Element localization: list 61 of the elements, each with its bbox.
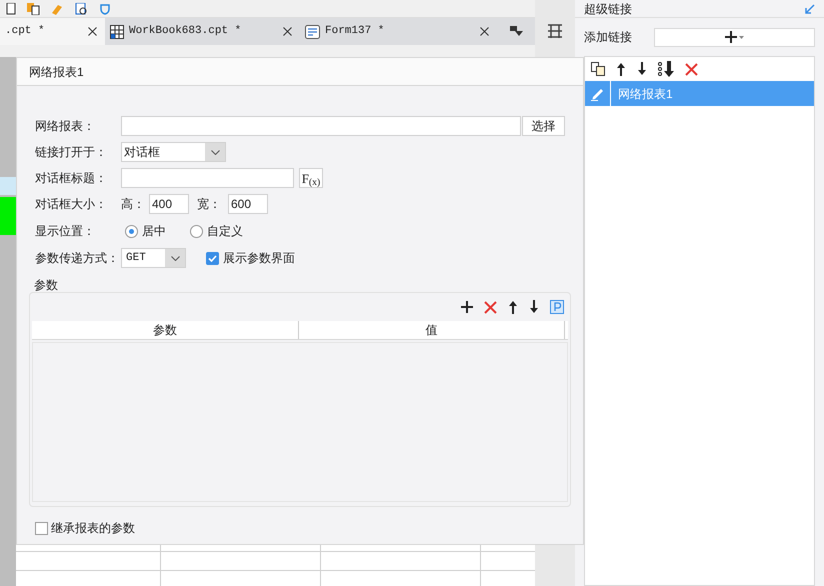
grid-icon	[110, 24, 124, 38]
checkbox-label: 展示参数界面	[223, 250, 295, 267]
field-label: 链接打开于：	[35, 144, 108, 161]
copy-icon[interactable]	[591, 62, 605, 76]
check-icon	[208, 254, 217, 262]
select-button[interactable]: 选择	[522, 116, 565, 136]
arrow-down-icon[interactable]	[529, 300, 539, 314]
height-field[interactable]: 400	[149, 194, 189, 214]
link-label: 网络报表1	[617, 86, 673, 102]
delete-icon[interactable]	[484, 300, 497, 314]
field-label: 对话框大小：	[35, 196, 108, 213]
add-link-label: 添加链接	[584, 29, 633, 46]
radio-button[interactable]	[190, 224, 203, 238]
document-tab[interactable]: .cpt *	[0, 18, 105, 45]
preview-icon[interactable]	[74, 2, 88, 14]
form-icon	[305, 24, 320, 38]
arrow-down-icon[interactable]	[637, 62, 647, 76]
delete-icon[interactable]	[685, 62, 698, 76]
shield-icon[interactable]	[98, 2, 112, 14]
chevron-down-icon	[170, 256, 180, 260]
formula-button[interactable]: F$_{(x)}$	[299, 168, 323, 188]
plus-icon[interactable]	[461, 301, 473, 313]
field-label: 显示位置：	[35, 223, 96, 240]
checkbox[interactable]	[206, 252, 219, 264]
width-field[interactable]: 600	[228, 194, 268, 214]
open-in-dropdown[interactable]: 对话框	[121, 142, 226, 162]
field-label: 网络报表：	[35, 118, 96, 135]
height-label: 高：	[121, 196, 146, 213]
grid-icon[interactable]	[546, 22, 564, 40]
radio-label: 居中	[142, 223, 166, 240]
move-bottom-icon[interactable]	[658, 61, 674, 77]
dropdown-value: 对话框	[123, 144, 161, 161]
checkbox[interactable]	[35, 522, 48, 534]
plus-icon	[725, 31, 737, 43]
close-icon[interactable]	[480, 27, 489, 36]
close-icon[interactable]	[88, 27, 97, 36]
dropdown-value: GET	[125, 250, 147, 266]
dialog-title-field[interactable]	[121, 168, 294, 188]
expand-icon[interactable]	[805, 4, 815, 14]
radio-button[interactable]	[125, 224, 138, 238]
checkbox-label: 继承报表的参数	[51, 520, 135, 537]
close-icon[interactable]	[283, 27, 292, 36]
section-title: 参数	[34, 277, 59, 294]
width-label: 宽：	[197, 196, 222, 213]
pencil-icon	[590, 86, 604, 100]
column-header: 值	[298, 321, 565, 339]
arrow-up-icon[interactable]	[616, 62, 626, 76]
arrow-up-icon[interactable]	[508, 300, 518, 314]
radio-label: 自定义	[207, 223, 243, 240]
caret-icon	[739, 36, 744, 38]
method-dropdown[interactable]: GET	[121, 248, 186, 268]
dialog-title: 网络报表1	[29, 64, 84, 80]
column-header: 参数	[32, 321, 298, 339]
parameter-icon[interactable]	[550, 300, 564, 314]
tab-menu-icon[interactable]	[510, 26, 522, 37]
paste-icon[interactable]	[26, 2, 40, 14]
panel-title: 超级链接	[584, 0, 632, 18]
chevron-down-icon	[210, 150, 220, 154]
field-label: 对话框标题：	[35, 170, 108, 187]
report-field[interactable]	[121, 116, 521, 136]
field-label: 参数传递方式：	[35, 250, 120, 267]
